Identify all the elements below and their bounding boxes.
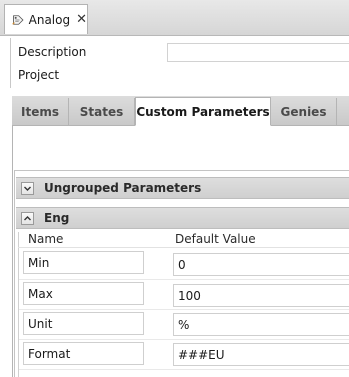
close-icon[interactable]: ✕: [76, 13, 87, 26]
param-name-field[interactable]: Min: [23, 251, 144, 274]
chevron-up-icon[interactable]: [21, 211, 34, 225]
column-header-default-value: Default Value: [175, 232, 256, 246]
tab-items-label: Items: [21, 105, 59, 119]
param-value-field[interactable]: ###EU: [173, 343, 349, 366]
param-name-field[interactable]: Format: [23, 342, 144, 365]
chevron-down-icon[interactable]: [21, 181, 34, 195]
row-divider: [19, 339, 349, 340]
tab-genies-label: Genies: [280, 105, 327, 119]
tab-states[interactable]: States: [69, 98, 135, 126]
row-divider: [19, 309, 349, 310]
param-name-field[interactable]: Unit: [23, 312, 144, 335]
row-divider: [19, 279, 349, 280]
group-header-ungrouped[interactable]: Ungrouped Parameters: [16, 177, 349, 199]
column-header-divider: [18, 247, 349, 248]
tab-custom-parameters-label: Custom Parameters: [136, 104, 270, 119]
group-header-eng[interactable]: Eng: [16, 207, 349, 229]
param-value-field[interactable]: 100: [173, 284, 349, 307]
tag-icon: [12, 14, 24, 25]
group-title-eng: Eng: [44, 211, 70, 225]
tab-custom-parameters[interactable]: Custom Parameters: [135, 97, 271, 126]
tab-states-label: States: [79, 105, 124, 119]
param-name-field[interactable]: Max: [23, 282, 144, 305]
group-title-ungrouped: Ungrouped Parameters: [44, 181, 202, 195]
document-tab-analog[interactable]: Analog ✕: [4, 4, 88, 34]
description-label: Description: [18, 45, 87, 59]
param-value-field[interactable]: 0: [173, 253, 349, 276]
project-label: Project: [18, 68, 60, 82]
param-value-field[interactable]: %: [173, 313, 349, 336]
tab-genies[interactable]: Genies: [271, 98, 337, 126]
tab-items[interactable]: Items: [12, 98, 69, 126]
column-header-name: Name: [28, 232, 64, 246]
row-divider: [19, 369, 349, 370]
description-input[interactable]: [167, 43, 349, 62]
grid-left-border: [18, 232, 19, 377]
document-tab-title: Analog: [28, 12, 71, 27]
